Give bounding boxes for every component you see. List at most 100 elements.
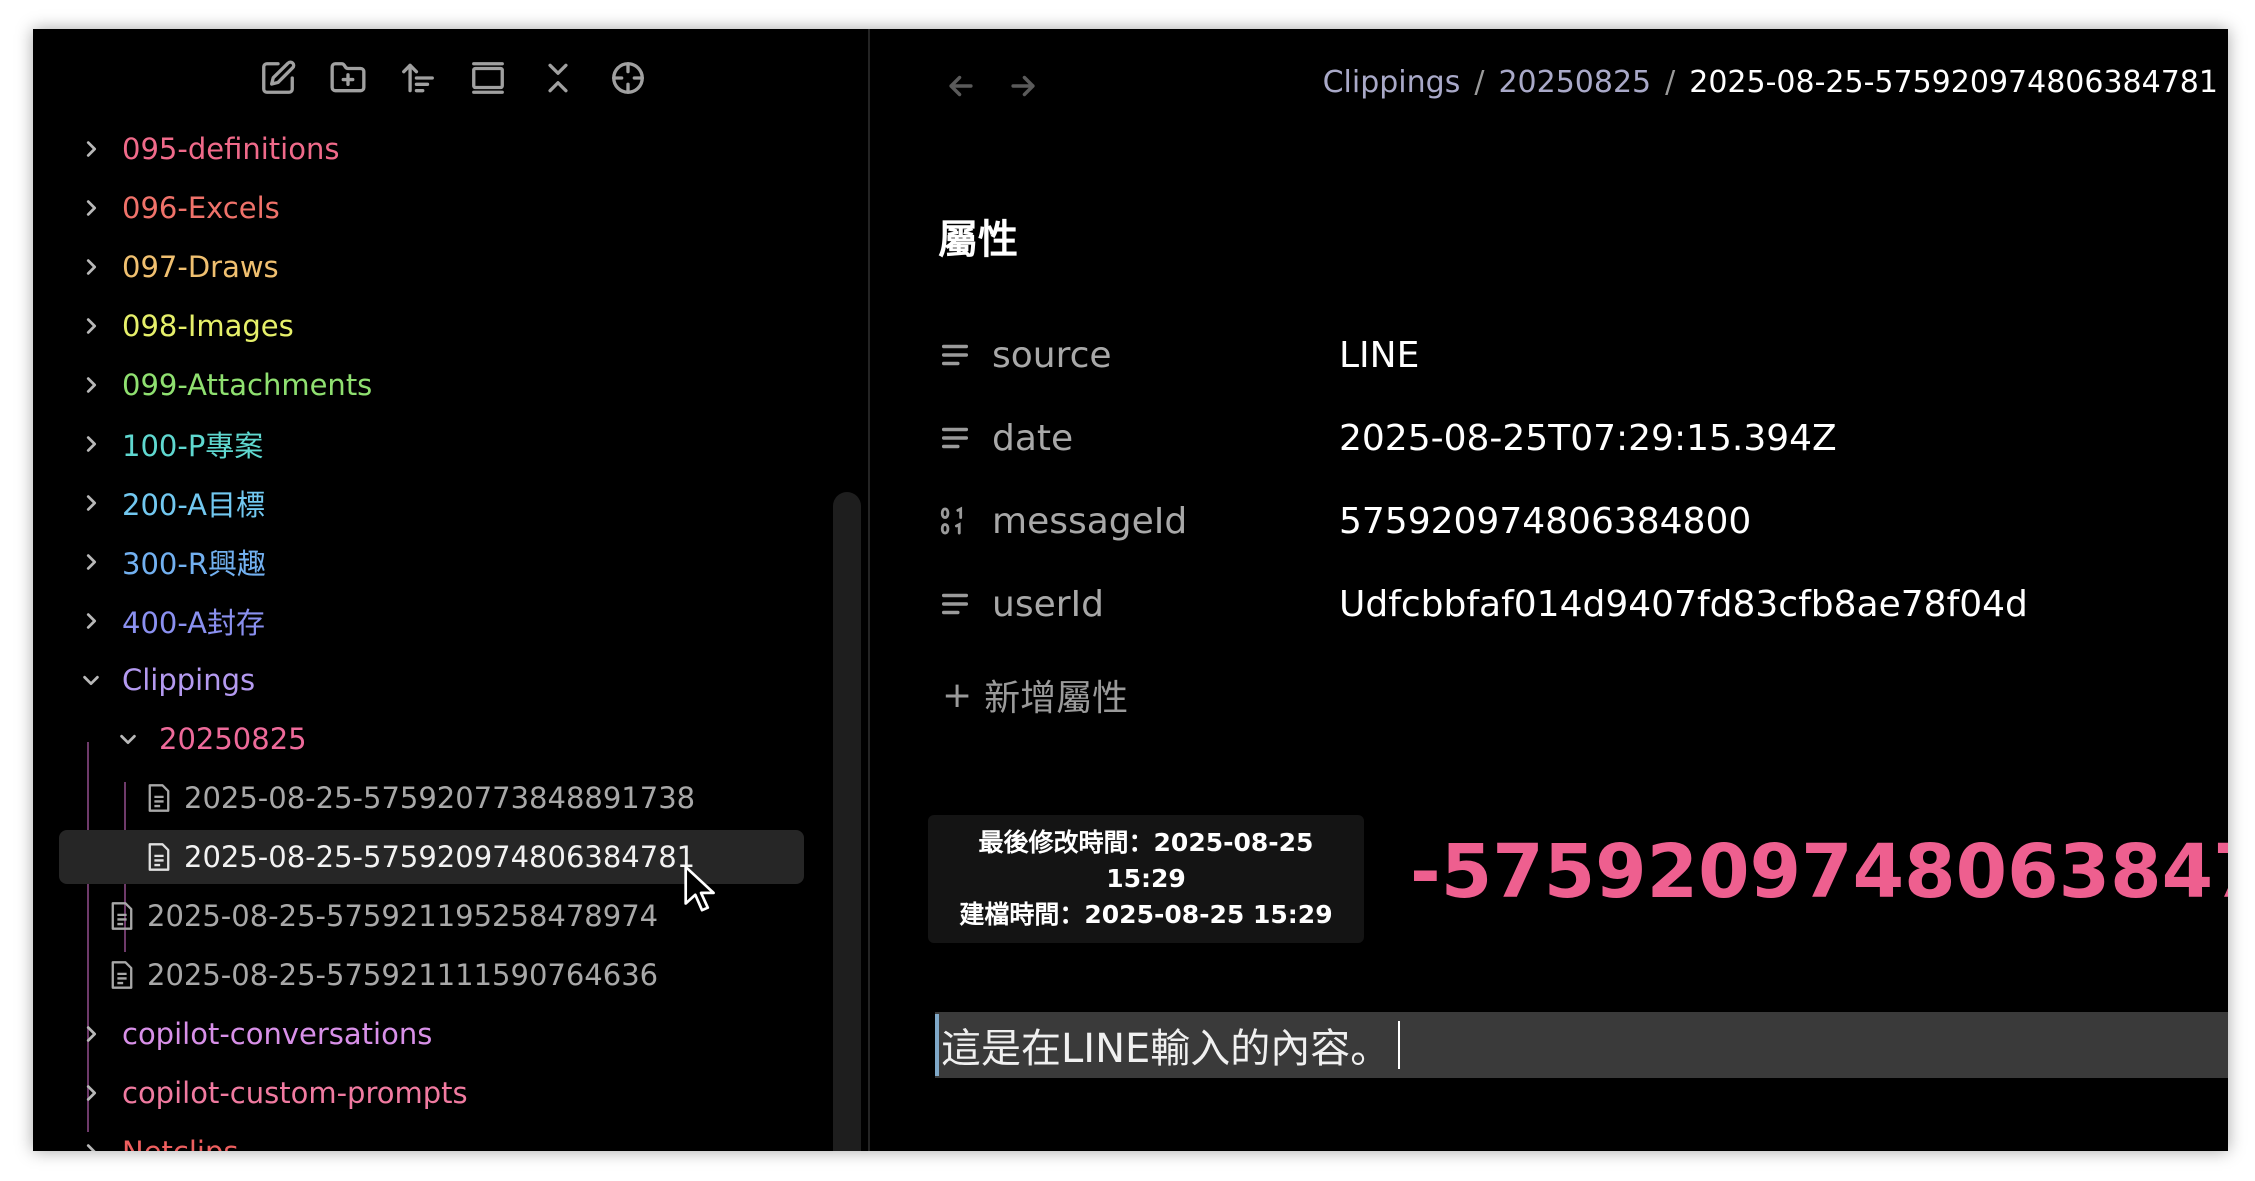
text-caret xyxy=(1398,1021,1401,1069)
property-value[interactable]: LINE xyxy=(1339,335,1419,376)
text-lines-icon[interactable] xyxy=(938,421,972,455)
tree-folder-099-attachments[interactable]: 099-Attachments xyxy=(80,358,372,412)
tree-folder-copilot-conversations[interactable]: copilot-conversations xyxy=(80,1007,432,1061)
tree-folder-400-archive[interactable]: 400-A封存 xyxy=(80,594,265,648)
breadcrumb-current[interactable]: 2025-08-25-575920974806384781 xyxy=(1689,65,2218,100)
editor-active-line[interactable]: 這是在LINE輸入的內容。 xyxy=(935,1012,2228,1078)
tooltip-modified-time: 最後修改時間：2025-08-25 15:29 xyxy=(978,828,1314,893)
new-note-button[interactable] xyxy=(255,55,301,101)
breadcrumb-item[interactable]: 20250825 xyxy=(1498,65,1651,100)
chevron-right-icon xyxy=(80,1141,102,1151)
tree-folder-label: 096-Excels xyxy=(122,191,280,225)
property-value[interactable]: Udfcbbfaf014d9407fd83cfb8ae78f04d xyxy=(1339,584,2028,625)
property-key[interactable]: messageId xyxy=(992,501,1339,542)
chevron-right-icon xyxy=(80,374,102,396)
tree-file-label: 2025-08-25-575921111590764636 xyxy=(147,958,659,992)
tree-file-item-active[interactable]: 2025-08-25-575920974806384781 xyxy=(59,830,804,884)
navigate-back-button[interactable] xyxy=(944,69,978,103)
add-property-button[interactable]: + 新增屬性 xyxy=(942,669,1128,721)
tree-file-item[interactable]: 2025-08-25-575921195258478974 xyxy=(107,889,658,943)
chevron-right-icon xyxy=(80,197,102,219)
tree-folder-095-definitions[interactable]: 095-definitions xyxy=(80,122,339,176)
tree-folder-label: Netclips xyxy=(122,1135,238,1151)
property-key[interactable]: userId xyxy=(992,584,1339,625)
tree-folder-097-draws[interactable]: 097-Draws xyxy=(80,240,279,294)
property-row-messageid: messageId 575920974806384800 xyxy=(938,491,2228,551)
property-value[interactable]: 2025-08-25T07:29:15.394Z xyxy=(1339,418,1837,459)
tree-file-label: 2025-08-25-575920773848891738 xyxy=(184,781,696,815)
add-property-label: 新增屬性 xyxy=(984,678,1129,719)
sidebar-scrollbar[interactable] xyxy=(833,492,861,1151)
auto-reveal-button[interactable] xyxy=(465,55,511,101)
editor-body-text[interactable]: 這是在LINE輸入的內容。 xyxy=(941,1016,1390,1074)
text-lines-icon[interactable] xyxy=(938,587,972,621)
tree-folder-label: 095-definitions xyxy=(122,132,340,166)
tree-folder-100-projects[interactable]: 100-P專案 xyxy=(80,417,263,471)
new-note-icon xyxy=(262,60,296,94)
tree-folder-label: 100-P專案 xyxy=(122,429,264,463)
property-row-source: source LINE xyxy=(938,325,2228,385)
navigate-forward-button[interactable] xyxy=(1006,69,1040,103)
explorer-toolbar xyxy=(255,55,651,101)
tree-file-item[interactable]: 2025-08-25-575920773848891738 xyxy=(144,771,695,825)
chevron-right-icon xyxy=(80,610,102,632)
tree-folder-label: Clippings xyxy=(122,663,256,697)
new-folder-button[interactable] xyxy=(325,55,371,101)
tree-folder-label: 400-A封存 xyxy=(122,606,266,640)
chevron-right-icon xyxy=(80,315,102,337)
property-value[interactable]: 575920974806384800 xyxy=(1339,501,1751,542)
locate-icon xyxy=(612,62,644,94)
locate-file-button[interactable] xyxy=(605,55,651,101)
arrow-right-icon xyxy=(1011,75,1035,97)
chevron-right-icon xyxy=(80,1023,102,1045)
tree-folder-label: 20250825 xyxy=(159,722,307,756)
tree-folder-label: 300-R興趣 xyxy=(122,547,266,581)
properties-heading[interactable]: 屬性 xyxy=(938,207,1018,265)
property-key[interactable]: source xyxy=(992,335,1339,376)
sort-button[interactable] xyxy=(395,55,441,101)
app-window: 095-definitions 096-Excels 097-Draws 098… xyxy=(33,29,2228,1151)
tree-folder-clippings[interactable]: Clippings xyxy=(80,653,255,707)
file-icon xyxy=(144,841,174,873)
number-icon[interactable] xyxy=(938,504,972,538)
tree-folder-200-goals[interactable]: 200-A目標 xyxy=(80,476,265,530)
chevron-down-icon xyxy=(117,728,139,750)
tree-folder-label: 098-Images xyxy=(122,309,294,343)
breadcrumb-separator: / xyxy=(1665,65,1676,100)
tree-file-item[interactable]: 2025-08-25-575921111590764636 xyxy=(107,948,658,1002)
property-key[interactable]: date xyxy=(992,418,1339,459)
property-row-userid: userId Udfcbbfaf014d9407fd83cfb8ae78f04d xyxy=(938,574,2228,634)
chevron-right-icon xyxy=(80,492,102,514)
editor-pane: Clippings / 20250825 / 2025-08-25-575920… xyxy=(870,29,2228,1151)
tree-folder-label: 097-Draws xyxy=(122,250,279,284)
property-row-date: date 2025-08-25T07:29:15.394Z xyxy=(938,408,2228,468)
active-line-indicator xyxy=(935,1014,939,1076)
chevron-right-icon xyxy=(80,433,102,455)
tree-folder-098-images[interactable]: 098-Images xyxy=(80,299,294,353)
file-icon xyxy=(144,782,174,814)
tree-folder-label: 099-Attachments xyxy=(122,368,373,402)
file-info-tooltip: 最後修改時間：2025-08-25 15:29 建檔時間：2025-08-25 … xyxy=(928,815,1364,943)
tree-folder-netclips[interactable]: Netclips xyxy=(80,1125,238,1151)
collapse-all-icon xyxy=(548,63,568,93)
chevron-right-icon xyxy=(80,1082,102,1104)
tree-folder-300-interests[interactable]: 300-R興趣 xyxy=(80,535,266,589)
arrow-left-icon xyxy=(949,75,973,97)
breadcrumb-item[interactable]: Clippings xyxy=(1323,65,1461,100)
plus-icon: + xyxy=(942,674,973,716)
tree-folder-label: 200-A目標 xyxy=(122,488,266,522)
collapse-all-button[interactable] xyxy=(535,55,581,101)
tree-folder-label: copilot-conversations xyxy=(122,1017,433,1051)
tree-folder-copilot-custom-prompts[interactable]: copilot-custom-prompts xyxy=(80,1066,468,1120)
tree-folder-20250825[interactable]: 20250825 xyxy=(117,712,307,766)
chevron-right-icon xyxy=(80,138,102,160)
tree-file-label: 2025-08-25-575920974806384781 xyxy=(184,840,696,874)
tree-folder-096-excels[interactable]: 096-Excels xyxy=(80,181,280,235)
file-icon xyxy=(107,959,137,991)
chevron-down-icon xyxy=(80,669,102,691)
note-title[interactable]: -575920974806384781 xyxy=(1410,829,2228,915)
sort-icon xyxy=(402,63,434,93)
text-lines-icon[interactable] xyxy=(938,338,972,372)
tree-file-label: 2025-08-25-575921195258478974 xyxy=(147,899,659,933)
file-icon xyxy=(107,900,137,932)
